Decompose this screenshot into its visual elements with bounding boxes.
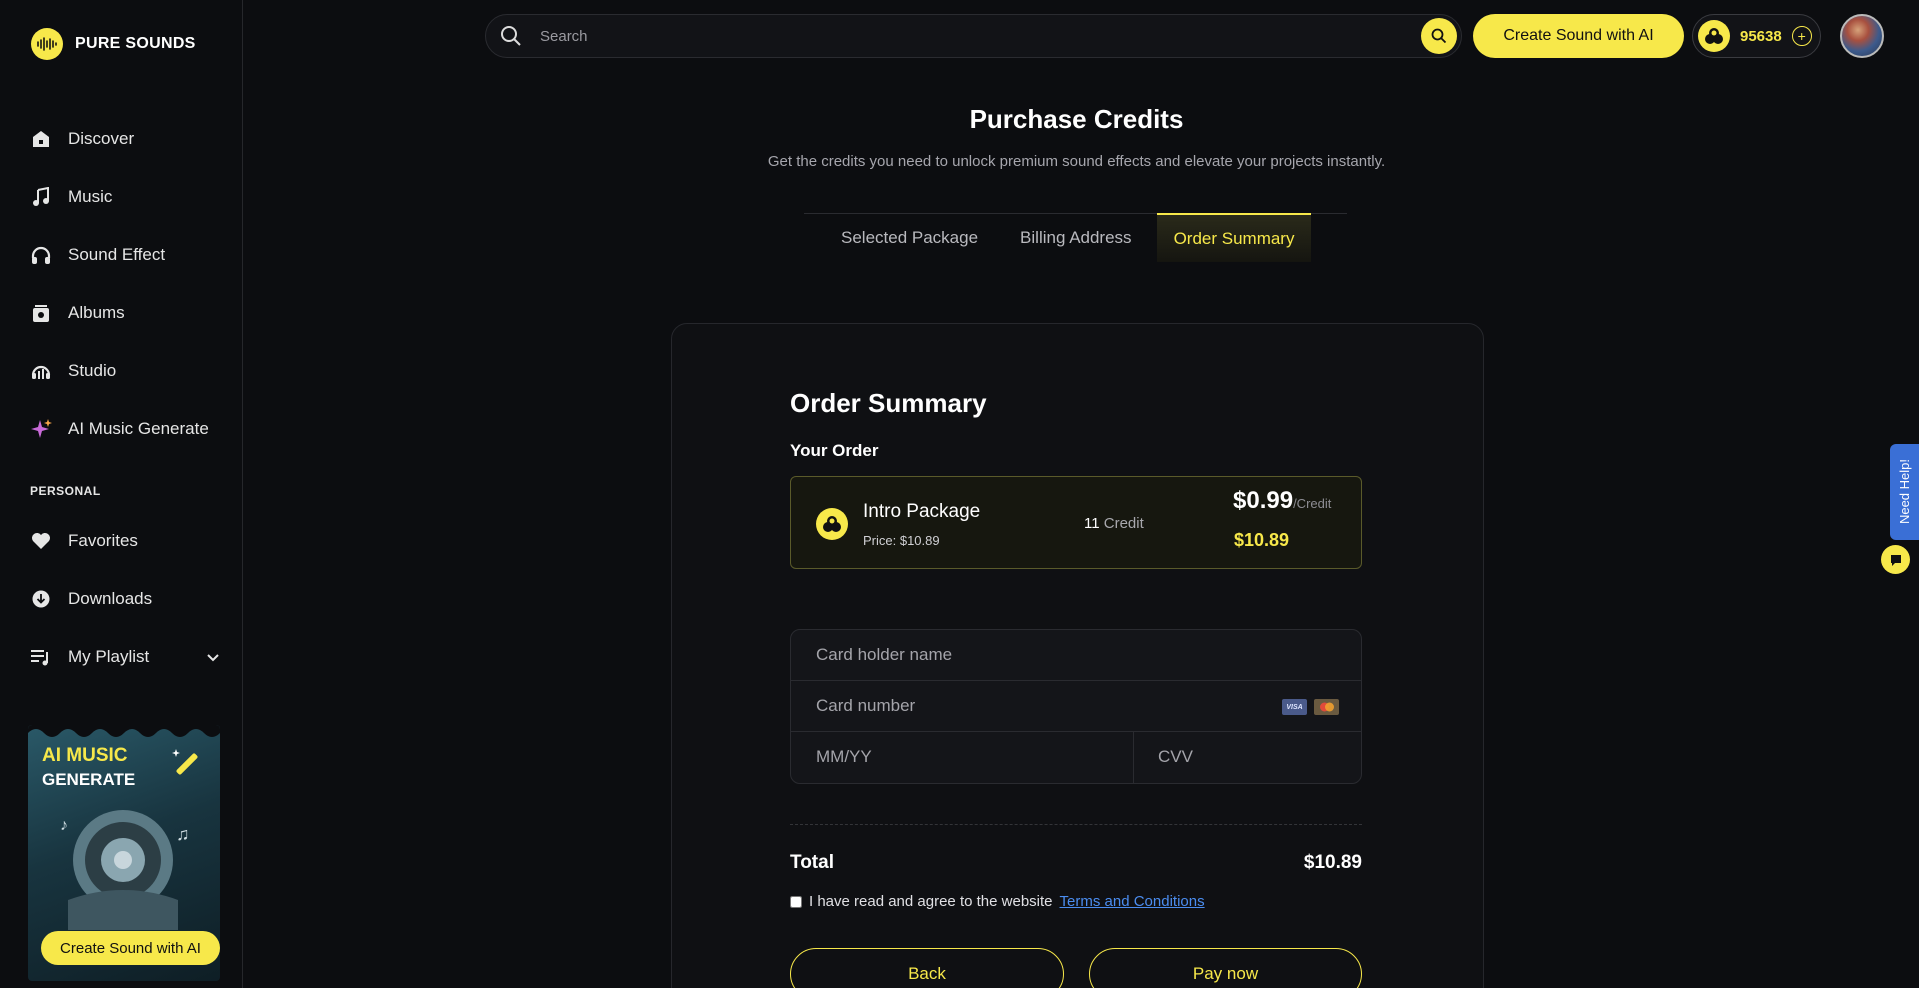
payment-form: VISA — [790, 629, 1362, 784]
search-bar — [485, 14, 1462, 58]
terms-link[interactable]: Terms and Conditions — [1060, 893, 1205, 910]
personal-nav: Favorites Downloads My Playlist — [30, 512, 220, 686]
card-expiry-cvv-row — [791, 732, 1361, 783]
nav-item-label: AI Music Generate — [68, 419, 209, 438]
nav-item-ai-music-generate[interactable]: AI Music Generate — [30, 400, 230, 458]
sparkle-icon — [30, 418, 52, 440]
package-name: Intro Package — [863, 501, 981, 522]
studio-icon — [30, 360, 52, 382]
visa-icon: VISA — [1282, 699, 1307, 715]
promo-title-line1: AI MUSIC — [42, 745, 128, 766]
headphones-icon — [30, 244, 52, 266]
package-price: Price: $10.89 — [863, 533, 940, 548]
credit-count: 11 — [1084, 515, 1100, 532]
nav-item-label: Favorites — [68, 531, 138, 550]
playlist-icon — [30, 646, 52, 668]
credit-label: Credit — [1103, 515, 1144, 532]
order-summary-title: Order Summary — [790, 388, 987, 418]
promo-create-button[interactable]: Create Sound with AI — [41, 931, 220, 965]
accepted-cards: VISA — [1282, 699, 1339, 715]
unit-price: $0.99/Credit — [1233, 487, 1331, 515]
package-total: $10.89 — [1234, 530, 1290, 550]
page-subtitle: Get the credits you need to unlock premi… — [767, 153, 1386, 170]
promo-title-line2: GENERATE — [42, 770, 136, 789]
add-credits-icon[interactable]: + — [1791, 26, 1812, 46]
nav-item-label: Albums — [68, 303, 125, 322]
nav-item-albums[interactable]: Albums — [30, 284, 230, 342]
unit-price-suffix: /Credit — [1293, 496, 1332, 511]
terms-checkbox[interactable] — [790, 895, 802, 908]
unit-price-value: $0.99 — [1233, 487, 1294, 514]
nav-item-music[interactable]: Music — [30, 168, 230, 226]
promo-title: AI MUSIC GENERATE — [42, 744, 135, 792]
purchase-steps-tabs: Selected Package Billing Address Order S… — [804, 213, 1347, 262]
card-holder-input[interactable] — [816, 645, 1336, 665]
cvv-input[interactable] — [1158, 747, 1348, 767]
card-number-row: VISA — [791, 681, 1361, 732]
package-credits: 11 Credit — [1084, 515, 1144, 532]
create-sound-button[interactable]: Create Sound with AI — [1473, 14, 1684, 58]
credits-balance[interactable]: 95638 + — [1692, 14, 1821, 58]
nav-item-label: My Playlist — [68, 647, 150, 666]
package-summary: Intro Package Price: $10.89 11 Credit $0… — [790, 476, 1362, 569]
user-avatar[interactable] — [1840, 14, 1884, 58]
personal-section-label: PERSONAL — [30, 484, 101, 498]
music-note-icon — [30, 186, 52, 208]
search-icon — [1431, 28, 1447, 44]
search-icon — [498, 23, 524, 49]
mastercard-icon — [1314, 699, 1339, 715]
heart-icon — [30, 530, 52, 552]
ai-promo-banner[interactable]: AI MUSIC GENERATE ♪ ♫ Create Sound with … — [28, 725, 220, 981]
tab-billing-address[interactable]: Billing Address — [1020, 214, 1132, 262]
magic-wand-icon — [172, 749, 198, 775]
brand-logo[interactable]: PURE SOUNDS — [31, 28, 196, 60]
nav-item-label: Studio — [68, 361, 117, 380]
card-holder-row — [791, 630, 1361, 681]
coin-icon — [1698, 20, 1730, 52]
your-order-label: Your Order — [790, 441, 879, 460]
coin-icon — [816, 508, 848, 540]
brand-name: PURE SOUNDS — [75, 35, 196, 52]
expiry-input[interactable] — [816, 747, 1116, 767]
tab-selected-package[interactable]: Selected Package — [841, 214, 978, 262]
nav-item-downloads[interactable]: Downloads — [30, 570, 220, 628]
field-divider — [1133, 732, 1134, 783]
nav-item-my-playlist[interactable]: My Playlist — [30, 628, 220, 686]
nav-item-label: Music — [68, 187, 113, 206]
chat-icon[interactable] — [1881, 545, 1910, 574]
svg-text:♫: ♫ — [176, 824, 190, 844]
nav-item-label: Downloads — [68, 589, 153, 608]
need-help-tab[interactable]: Need Help! — [1890, 444, 1919, 540]
back-button[interactable]: Back — [790, 948, 1064, 988]
search-submit-button[interactable] — [1421, 18, 1457, 54]
card-number-input[interactable] — [816, 696, 1256, 716]
sidebar: PURE SOUNDS Discover Music Sound Effect … — [0, 0, 243, 988]
nav-item-favorites[interactable]: Favorites — [30, 512, 220, 570]
nav-item-sound-effect[interactable]: Sound Effect — [30, 226, 230, 284]
album-icon — [30, 302, 52, 324]
nav-item-label: Sound Effect — [68, 245, 166, 264]
terms-agreement: I have read and agree to the website Ter… — [790, 893, 1205, 910]
total-label: Total — [790, 852, 834, 873]
speaker-artwork: ♪ ♫ — [60, 810, 190, 930]
total-value: $10.89 — [1303, 852, 1362, 873]
soundwave-logo-icon — [31, 28, 63, 60]
wave-decoration — [28, 725, 220, 737]
search-input[interactable] — [540, 27, 1421, 45]
terms-text: I have read and agree to the website — [809, 893, 1053, 910]
page-title: Purchase Credits — [969, 104, 1184, 134]
nav-item-studio[interactable]: Studio — [30, 342, 230, 400]
credits-value: 95638 — [1740, 27, 1782, 45]
download-icon — [30, 588, 52, 610]
total-divider — [790, 824, 1362, 825]
pay-now-button[interactable]: Pay now — [1089, 948, 1362, 988]
svg-text:♪: ♪ — [60, 817, 68, 834]
tab-order-summary[interactable]: Order Summary — [1156, 213, 1312, 262]
chevron-down-icon[interactable] — [206, 647, 220, 667]
need-help-label: Need Help! — [1897, 459, 1912, 525]
